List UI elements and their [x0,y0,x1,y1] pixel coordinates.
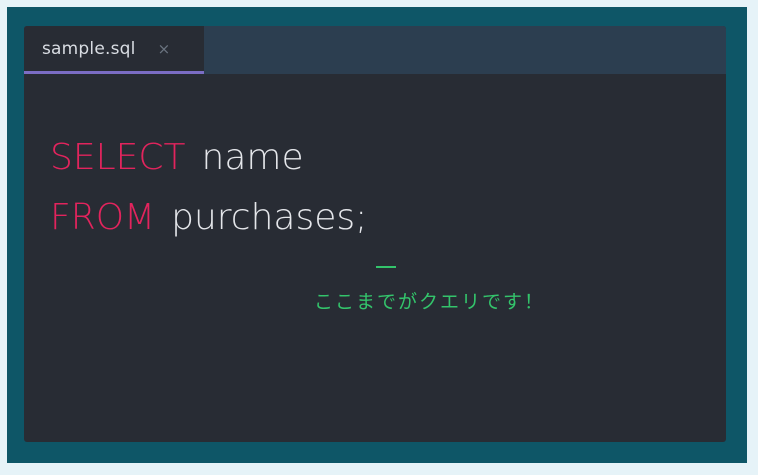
sql-keyword-select: SELECT [50,137,186,178]
sql-keyword-from: FROM [50,197,156,238]
tab-sample-sql[interactable]: sample.sql × [24,26,204,74]
table-identifier: purchases; [171,197,368,238]
tab-bar: sample.sql × [24,26,726,74]
code-line-2: FROM purchases; [50,188,367,248]
query-end-annotation: ここまでがクエリです！ [314,291,546,313]
code-line-1: SELECT name [50,128,367,188]
column-identifier: name [201,137,304,178]
close-icon[interactable]: × [158,40,171,58]
semicolon-underline [376,266,396,268]
code-content[interactable]: SELECT name FROM purchases; [50,128,367,248]
tab-label: sample.sql [42,38,136,59]
